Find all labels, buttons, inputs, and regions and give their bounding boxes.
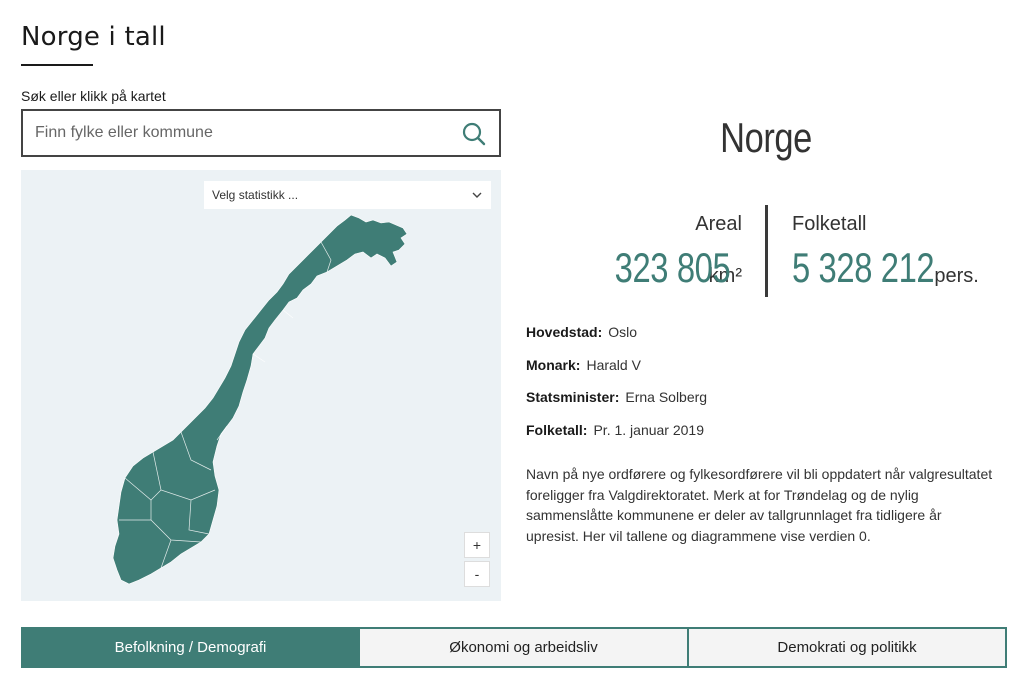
info-note: Navn på nye ordførere og fylkesordførere… — [526, 466, 993, 544]
area-label: Areal — [695, 213, 742, 235]
fact-key: Statsminister: — [526, 389, 620, 405]
chevron-down-icon — [472, 192, 482, 198]
page-title: Norge i tall — [21, 22, 166, 52]
stat-divider — [765, 205, 768, 297]
fact-row-population-date: Folketall: Pr. 1. januar 2019 — [526, 422, 707, 455]
fact-value: Harald V — [586, 356, 641, 373]
tab-befolkning[interactable]: Befolkning / Demografi — [23, 629, 358, 666]
search-box[interactable] — [21, 109, 501, 157]
fact-value: Oslo — [608, 324, 638, 340]
facts-list: Hovedstad: Oslo Monark: Harald V Statsmini… — [526, 324, 707, 454]
search-label: Søk eller klikk på kartet — [21, 88, 166, 104]
fact-row-capital: Hovedstad: Oslo — [526, 324, 707, 357]
fact-key: Folketall: — [526, 421, 588, 438]
statistics-select[interactable]: Velg statistikk ... — [204, 181, 491, 209]
fact-value: Erna Solberg — [625, 389, 708, 405]
population-value: 5 328 212 — [792, 244, 935, 291]
statistics-select-value: Velg statistikk ... — [212, 188, 299, 202]
fact-value: Pr. 1. januar 2019 — [593, 421, 704, 438]
fact-key: Hovedstad: — [526, 324, 603, 340]
tab-okonomi[interactable]: Økonomi og arbeidsliv — [358, 629, 687, 666]
area-value-group: 323 805km² — [582, 244, 742, 292]
fact-row-monarch: Monark: Harald V — [526, 357, 707, 390]
search-input[interactable] — [35, 111, 455, 155]
fact-row-prime-minister: Statsminister: Erna Solberg — [526, 389, 707, 422]
norway-map[interactable] — [21, 170, 501, 601]
country-name: Norge — [720, 114, 812, 161]
population-unit: pers. — [934, 265, 979, 287]
category-tabs: Befolkning / Demografi Økonomi og arbeid… — [21, 627, 1007, 668]
tab-demokrati[interactable]: Demokrati og politikk — [687, 629, 1005, 666]
population-label: Folketall — [792, 213, 867, 235]
map-panel[interactable]: Velg statistikk ... + - — [21, 170, 501, 601]
search-icon[interactable] — [461, 121, 487, 147]
zoom-in-button[interactable]: + — [464, 532, 490, 558]
area-value: 323 805 — [614, 244, 731, 291]
title-underline — [21, 64, 93, 66]
fact-key: Monark: — [526, 356, 581, 373]
zoom-out-button[interactable]: - — [464, 561, 490, 587]
population-value-group: 5 328 212pers. — [792, 244, 979, 292]
norway-shape — [112, 214, 408, 585]
